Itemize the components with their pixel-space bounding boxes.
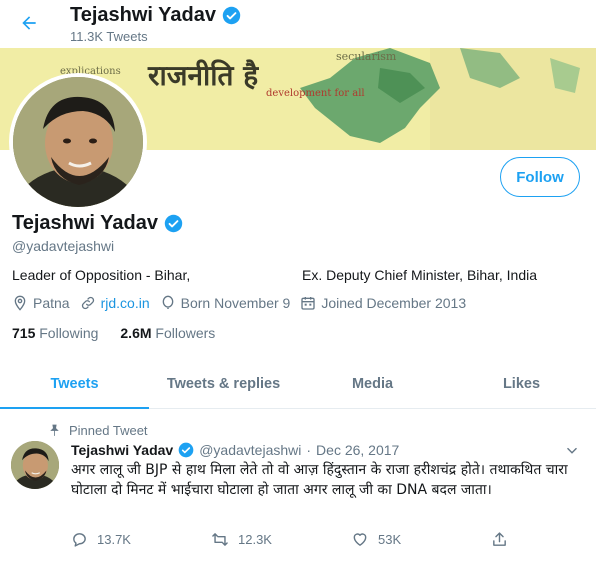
tweet-date[interactable]: Dec 26, 2017 <box>316 442 399 458</box>
pin-icon <box>50 424 59 436</box>
tweet-count: 11.3K Tweets <box>70 29 148 44</box>
header-title: Tejashwi Yadav <box>70 4 241 27</box>
profile-handle: @yadavtejashwi <box>12 238 115 254</box>
followers-label: Followers <box>155 325 216 341</box>
location-text: Patna <box>33 295 70 311</box>
share-button[interactable] <box>491 531 508 548</box>
retweet-icon <box>212 533 228 546</box>
reply-icon <box>73 533 86 547</box>
back-button[interactable] <box>14 8 44 38</box>
verified-badge-icon <box>164 214 183 233</box>
profile-name: Tejashwi Yadav <box>12 212 183 235</box>
following-link[interactable]: 715 Following <box>12 325 98 341</box>
joined: Joined December 2013 <box>300 295 466 311</box>
tweet-text: अगर लालू जी BJP से हाथ मिला लेते तो वो आ… <box>71 462 568 498</box>
tweet-avatar-photo <box>11 441 59 489</box>
birthday-text: Born November 9 <box>180 295 291 311</box>
followers-link[interactable]: 2.6M Followers <box>120 325 215 341</box>
birthday: Born November 9 <box>160 295 291 311</box>
top-bar: Tejashwi Yadav 11.3K Tweets <box>0 0 596 48</box>
pinned-tweet[interactable]: Pinned Tweet Tejashwi Yadav @yadavtejash… <box>0 409 596 563</box>
bio-right: Ex. Deputy Chief Minister, Bihar, India <box>302 267 537 283</box>
retweet-button[interactable]: 12.3K <box>211 531 351 548</box>
follow-stats: 715 Following 2.6M Followers <box>12 325 215 341</box>
tweet-menu-button[interactable] <box>562 441 582 461</box>
profile-avatar[interactable] <box>9 73 147 211</box>
reply-count: 13.7K <box>97 532 131 547</box>
avatar-photo <box>13 77 143 207</box>
chevron-down-icon <box>567 447 577 454</box>
arrow-left-icon <box>22 16 36 30</box>
banner-word-2: development for all <box>266 88 365 99</box>
like-count: 53K <box>378 532 402 547</box>
location-pin-icon <box>14 295 26 311</box>
like-button[interactable]: 53K <box>351 531 491 548</box>
pinned-label: Pinned Tweet <box>69 423 148 438</box>
following-label: Following <box>39 325 99 341</box>
tweet-avatar[interactable] <box>11 441 59 489</box>
profile-tabs: Tweets Tweets & replies Media Likes <box>0 360 596 409</box>
profile-name-text: Tejashwi Yadav <box>12 212 159 234</box>
pinned-indicator: Pinned Tweet <box>48 423 148 438</box>
tab-tweets[interactable]: Tweets <box>0 360 149 409</box>
joined-text: Joined December 2013 <box>321 295 467 311</box>
reply-button[interactable]: 13.7K <box>71 531 211 548</box>
retweet-count: 12.3K <box>238 532 272 547</box>
website: rjd.co.in <box>80 295 150 311</box>
tab-likes[interactable]: Likes <box>447 360 596 408</box>
follow-button[interactable]: Follow <box>500 157 580 197</box>
location: Patna <box>12 295 70 311</box>
bio-left: Leader of Opposition - Bihar, <box>12 267 191 283</box>
banner-word-1: secularism <box>336 50 397 63</box>
link-icon <box>81 296 94 310</box>
tweet-header: Tejashwi Yadav @yadavtejashwi · Dec 26, … <box>71 442 399 458</box>
share-icon <box>493 532 506 546</box>
header-name: Tejashwi Yadav <box>70 4 217 26</box>
tab-media[interactable]: Media <box>298 360 447 408</box>
verified-badge-icon <box>178 442 194 458</box>
verified-badge-icon <box>222 6 241 25</box>
tweet-separator: · <box>306 442 312 458</box>
calendar-icon <box>301 297 316 310</box>
following-count: 715 <box>12 325 36 341</box>
profile-meta: Patna rjd.co.in Born November 9 Joined D… <box>12 295 476 311</box>
tweet-author-name[interactable]: Tejashwi Yadav <box>71 442 173 458</box>
banner-hindi-text: राजनीति है <box>148 59 259 92</box>
website-link[interactable]: rjd.co.in <box>101 295 150 311</box>
tweet-author-handle[interactable]: @yadavtejashwi <box>199 442 301 458</box>
heart-icon <box>353 533 367 546</box>
tab-tweets-replies[interactable]: Tweets & replies <box>149 360 298 408</box>
tweet-actions: 13.7K 12.3K 53K <box>71 531 531 548</box>
balloon-icon <box>162 295 173 309</box>
followers-count: 2.6M <box>120 325 152 341</box>
